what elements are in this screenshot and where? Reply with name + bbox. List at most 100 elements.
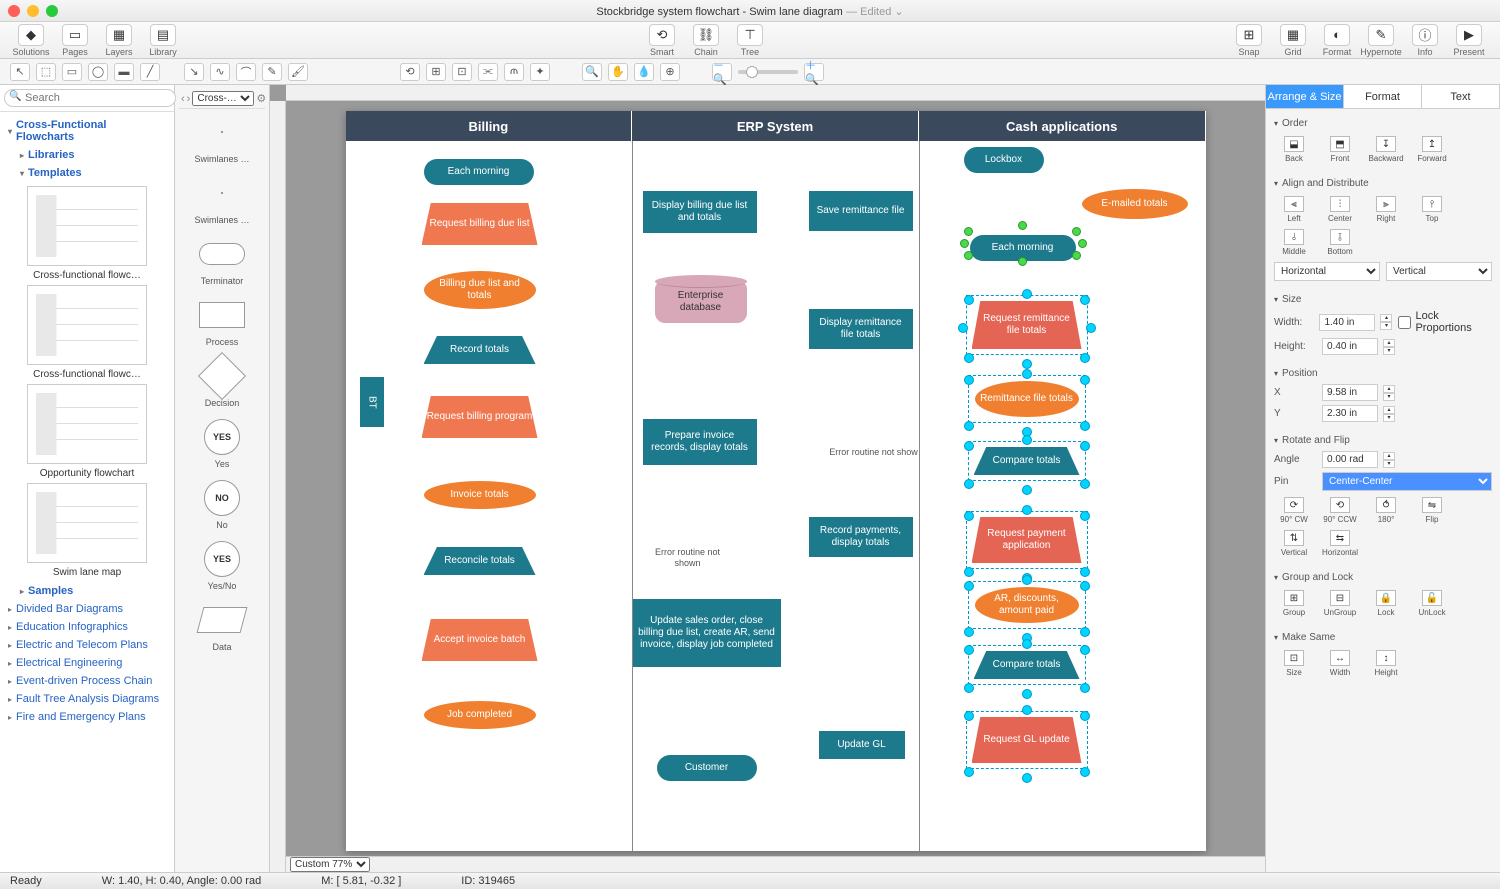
ungroup-button[interactable]: ⊟UnGroup <box>1320 590 1360 617</box>
next-lib-icon[interactable]: › <box>187 93 191 105</box>
template-thumb[interactable]: Cross-functional flowc… <box>17 285 157 380</box>
middle-button[interactable]: ⫰Middle <box>1274 229 1314 256</box>
rect-tool-icon[interactable]: ▭ <box>62 63 82 81</box>
selection-handle[interactable] <box>964 581 974 591</box>
node-prepare-invoice[interactable]: Prepare invoice records, display totals <box>643 419 757 465</box>
tree-button[interactable]: ⊤Tree <box>729 24 771 57</box>
info-button[interactable]: ⓘInfo <box>1404 24 1446 57</box>
tree-item[interactable]: Event-driven Process Chain <box>4 672 170 690</box>
selection-handle[interactable] <box>1080 767 1090 777</box>
node-customer[interactable]: Customer <box>657 755 757 781</box>
pin-select[interactable]: Center-Center <box>1322 472 1492 491</box>
zoom-select[interactable]: Custom 77% <box>290 857 370 872</box>
pages-button[interactable]: ▭Pages <box>54 24 96 57</box>
node-update-sales[interactable]: Update sales order, close billing due li… <box>633 599 781 667</box>
selection-handle[interactable] <box>964 421 974 431</box>
prev-lib-icon[interactable]: ‹ <box>181 93 185 105</box>
selection-handle[interactable] <box>1022 485 1032 495</box>
back-button[interactable]: ⬓Back <box>1274 136 1314 163</box>
selection-handle[interactable] <box>1080 421 1090 431</box>
template-thumb[interactable]: Opportunity flowchart <box>17 384 157 479</box>
zoom-tool-icon[interactable]: 🔍 <box>582 63 602 81</box>
pan-tool-icon[interactable]: ✋ <box>608 63 628 81</box>
select-tool-icon[interactable]: ⬚ <box>36 63 56 81</box>
section-order[interactable]: Order <box>1274 115 1492 132</box>
arc-tool-icon[interactable]: ⌒ <box>236 63 256 81</box>
zoom-in-icon[interactable]: ＋🔍 <box>804 63 824 81</box>
grid-button[interactable]: ▦Grid <box>1272 24 1314 57</box>
section-size[interactable]: Size <box>1274 291 1492 308</box>
selection-handle[interactable] <box>964 479 974 489</box>
solutions-button[interactable]: ◆Solutions <box>10 24 52 57</box>
search-input[interactable] <box>4 89 176 107</box>
section-rotate[interactable]: Rotate and Flip <box>1274 432 1492 449</box>
node-lockbox[interactable]: Lockbox <box>964 147 1044 173</box>
smart-button[interactable]: ⟲Smart <box>641 24 683 57</box>
shape-data[interactable]: Data <box>179 601 265 652</box>
tree-libraries[interactable]: Libraries <box>4 146 170 164</box>
node-each-morning[interactable]: Each morning <box>424 159 534 185</box>
selection-handle[interactable] <box>1022 359 1032 369</box>
group-button[interactable]: ⊞Group <box>1274 590 1314 617</box>
tab-text[interactable]: Text <box>1422 85 1500 108</box>
width-input[interactable] <box>1319 314 1375 331</box>
node-display-billing[interactable]: Display billing due list and totals <box>643 191 757 233</box>
selection-handle[interactable] <box>964 627 974 637</box>
180--button[interactable]: ⥀180° <box>1366 497 1406 524</box>
distribute-h-select[interactable]: Horizontal <box>1274 262 1380 281</box>
node-invoice-totals[interactable]: Invoice totals <box>424 481 536 509</box>
node-emailed[interactable]: E-mailed totals <box>1082 189 1188 219</box>
height-input[interactable] <box>1322 338 1378 355</box>
bottom-button[interactable]: ⫱Bottom <box>1320 229 1360 256</box>
stepper-down-icon[interactable]: ▾ <box>1380 322 1392 330</box>
template-thumb[interactable]: Cross-functional flowc… <box>17 186 157 281</box>
node-display-remit[interactable]: Display remittance file totals <box>809 309 913 349</box>
maximize-icon[interactable] <box>46 5 58 17</box>
section-position[interactable]: Position <box>1274 365 1492 382</box>
stamp-tool-icon[interactable]: ⊕ <box>660 63 680 81</box>
unlock-button[interactable]: 🔓UnLock <box>1412 590 1452 617</box>
template-thumb[interactable]: Swim lane map <box>17 483 157 578</box>
left-button[interactable]: ⫷Left <box>1274 196 1314 223</box>
tree-templates[interactable]: Templates <box>4 164 170 182</box>
snap-button[interactable]: ⊞Snap <box>1228 24 1270 57</box>
library-select[interactable]: Cross-… <box>192 91 254 106</box>
node-job-completed[interactable]: Job completed <box>424 701 536 729</box>
shape-terminator[interactable]: Terminator <box>179 235 265 286</box>
diagram-page[interactable]: Billing ERP System Cash applications Eac… <box>346 111 1206 851</box>
section-same[interactable]: Make Same <box>1274 629 1492 646</box>
present-button[interactable]: ▶Present <box>1448 24 1490 57</box>
chain-button[interactable]: ⛓Chain <box>685 24 727 57</box>
tree-item[interactable]: Electric and Telecom Plans <box>4 636 170 654</box>
ungroup-tool-icon[interactable]: ⫙ <box>504 63 524 81</box>
selection-handle[interactable] <box>964 295 974 305</box>
selection-handle[interactable] <box>1080 627 1090 637</box>
layers-button[interactable]: ▦Layers <box>98 24 140 57</box>
tab-arrange[interactable]: Arrange & Size <box>1266 85 1344 108</box>
selection-handle[interactable] <box>1022 689 1032 699</box>
selection-handle[interactable] <box>958 323 968 333</box>
width-button[interactable]: ↔Width <box>1320 650 1360 677</box>
selection-handle[interactable] <box>1080 375 1090 385</box>
selection-handle[interactable] <box>1022 575 1032 585</box>
selection-handle[interactable] <box>1086 323 1096 333</box>
text-tool-icon[interactable]: ▬ <box>114 63 134 81</box>
tree-item[interactable]: Fault Tree Analysis Diagrams <box>4 690 170 708</box>
pen-tool-icon[interactable]: ✎ <box>262 63 282 81</box>
angle-input[interactable] <box>1322 451 1378 468</box>
selection-handle[interactable] <box>1080 683 1090 693</box>
selection-handle[interactable] <box>1022 705 1032 715</box>
size-button[interactable]: ⊡Size <box>1274 650 1314 677</box>
group-tool-icon[interactable]: ⫘ <box>478 63 498 81</box>
lock-button[interactable]: 🔒Lock <box>1366 590 1406 617</box>
library-button[interactable]: ▤Library <box>142 24 184 57</box>
90-cw-button[interactable]: ⟳90° CW <box>1274 497 1314 524</box>
eyedropper-icon[interactable]: 💧 <box>634 63 654 81</box>
y-input[interactable] <box>1322 405 1378 422</box>
selection-handle[interactable] <box>1080 581 1090 591</box>
node-record-payments[interactable]: Record payments, display totals <box>809 517 913 557</box>
tree-item[interactable]: Divided Bar Diagrams <box>4 600 170 618</box>
distribute-tool-icon[interactable]: ⊡ <box>452 63 472 81</box>
shape-yes[interactable]: YESYes <box>179 418 265 469</box>
hypernote-button[interactable]: ✎Hypernote <box>1360 24 1402 57</box>
